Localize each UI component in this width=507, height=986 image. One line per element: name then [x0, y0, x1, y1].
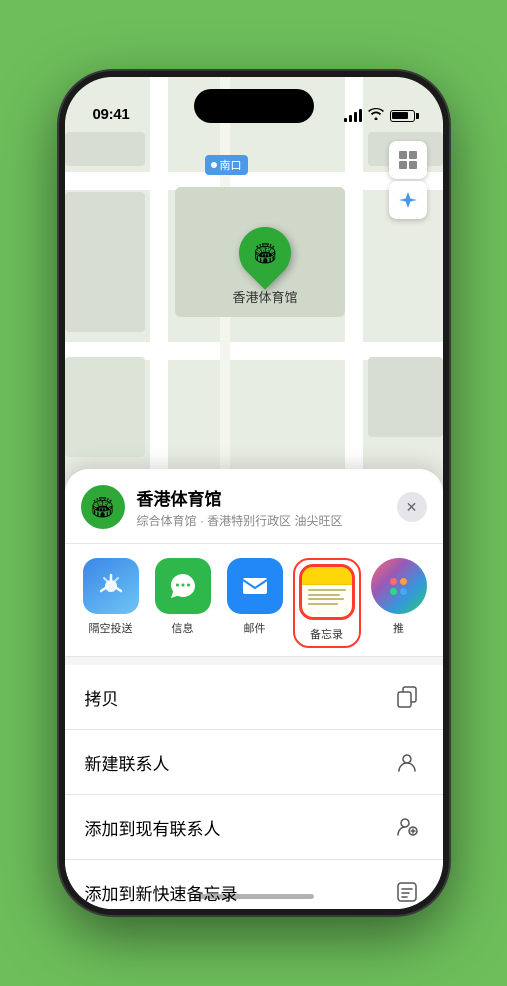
map-road-v1	[150, 77, 168, 507]
south-entrance-label: 南口	[205, 155, 248, 175]
add-notes-label: 添加到新快速备忘录	[85, 880, 391, 905]
share-item-messages[interactable]: 信息	[149, 558, 217, 648]
action-copy[interactable]: 拷贝	[65, 665, 443, 730]
map-block-5	[368, 357, 443, 437]
messages-label: 信息	[172, 620, 194, 636]
location-pin: 🏟 香港体育馆	[233, 227, 298, 306]
share-item-airdrop[interactable]: 隔空投送	[77, 558, 145, 648]
add-existing-label: 添加到现有联系人	[85, 815, 391, 840]
location-name: 香港体育馆	[137, 485, 385, 510]
map-block-4	[65, 357, 145, 457]
location-button[interactable]	[389, 181, 427, 219]
more-dots-icon	[390, 578, 407, 595]
location-venue-icon: 🏟	[81, 485, 125, 529]
battery-icon	[390, 110, 415, 122]
label-text: 南口	[220, 157, 242, 173]
action-add-notes[interactable]: 添加到新快速备忘录	[65, 860, 443, 909]
copy-icon	[391, 681, 423, 713]
dot-4	[400, 588, 407, 595]
map-area[interactable]: 南口	[65, 77, 443, 507]
action-add-existing[interactable]: 添加到现有联系人	[65, 795, 443, 860]
pin-label: 香港体育馆	[233, 287, 298, 306]
action-list: 拷贝 新建联系人	[65, 665, 443, 909]
map-type-button[interactable]	[389, 141, 427, 179]
signal-bar-2	[349, 115, 352, 122]
pin-circle: 🏟	[228, 216, 302, 290]
messages-icon	[155, 558, 211, 614]
location-text: 香港体育馆 综合体育馆 · 香港特别行政区 油尖旺区	[137, 485, 385, 529]
dot-1	[390, 578, 397, 585]
mail-label: 邮件	[244, 620, 266, 636]
share-item-mail[interactable]: 邮件	[221, 558, 289, 648]
location-subtitle: 综合体育馆 · 香港特别行政区 油尖旺区	[137, 512, 385, 529]
map-controls	[389, 141, 427, 219]
airdrop-label: 隔空投送	[89, 620, 133, 636]
label-dot	[211, 162, 217, 168]
wifi-icon	[368, 108, 384, 123]
bottom-sheet: 🏟 香港体育馆 综合体育馆 · 香港特别行政区 油尖旺区 ✕	[65, 469, 443, 909]
phone-screen: 09:41	[65, 77, 443, 909]
share-item-more[interactable]: 推	[365, 558, 433, 648]
more-icon	[371, 558, 427, 614]
map-road-v2	[345, 77, 363, 507]
dot-2	[400, 578, 407, 585]
add-existing-icon	[391, 811, 423, 843]
phone-shell: 09:41	[59, 71, 449, 915]
map-block-1	[65, 132, 145, 166]
signal-bar-3	[354, 112, 357, 122]
signal-bar-4	[359, 109, 362, 122]
close-button[interactable]: ✕	[397, 492, 427, 522]
signal-bars-icon	[344, 109, 362, 122]
copy-label: 拷贝	[85, 685, 391, 710]
more-label: 推	[393, 620, 404, 636]
status-icons	[344, 108, 415, 123]
notes-label: 备忘录	[310, 626, 343, 642]
new-contact-icon	[391, 746, 423, 778]
notes-icon	[299, 564, 355, 620]
mail-icon	[227, 558, 283, 614]
share-item-notes[interactable]: 备忘录	[293, 558, 361, 648]
location-header: 🏟 香港体育馆 综合体育馆 · 香港特别行政区 油尖旺区 ✕	[65, 469, 443, 544]
map-block-3	[65, 192, 145, 332]
add-notes-icon	[391, 876, 423, 908]
close-icon: ✕	[406, 499, 418, 516]
more-dot-row-1	[390, 578, 407, 585]
dynamic-island	[194, 89, 314, 123]
airdrop-icon	[83, 558, 139, 614]
battery-fill	[392, 112, 408, 119]
action-new-contact[interactable]: 新建联系人	[65, 730, 443, 795]
share-apps-row: 隔空投送 信息	[65, 544, 443, 657]
dot-3	[390, 588, 397, 595]
home-indicator	[194, 894, 314, 899]
new-contact-label: 新建联系人	[85, 750, 391, 775]
pin-icon: 🏟	[252, 241, 277, 266]
more-dot-row-2	[390, 588, 407, 595]
status-time: 09:41	[93, 106, 130, 123]
signal-bar-1	[344, 118, 347, 122]
